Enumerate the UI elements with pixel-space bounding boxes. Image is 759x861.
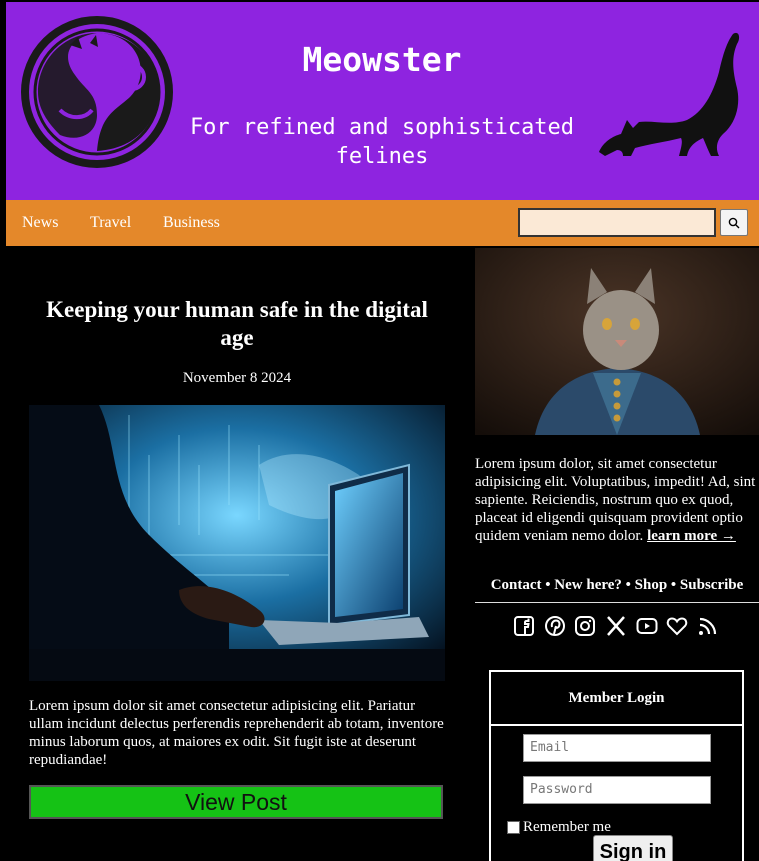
site-title[interactable]: Meowster <box>234 40 530 79</box>
article-image-laptop-cyber <box>29 405 445 681</box>
nav-link-business[interactable]: Business <box>163 214 220 232</box>
member-login-box: Member Login Email Password Remember me … <box>489 670 744 861</box>
search-button[interactable] <box>720 209 748 236</box>
nav-link-travel[interactable]: Travel <box>90 214 131 232</box>
login-title: Member Login <box>568 690 665 706</box>
facebook-icon[interactable] <box>512 614 536 638</box>
learn-more-link[interactable]: learn more → <box>647 528 736 544</box>
article-excerpt: Lorem ipsum dolor sit amet consectetur a… <box>29 698 444 768</box>
x-icon[interactable] <box>604 614 628 638</box>
view-post-button[interactable]: View Post <box>29 785 443 819</box>
remember-label: Remember me <box>523 819 611 835</box>
article-date: November 8 2024 <box>182 370 292 386</box>
nav-link-news[interactable]: News <box>22 214 58 232</box>
divider <box>475 602 759 603</box>
main-nav: News Travel Business <box>6 200 759 246</box>
social-icons <box>512 614 720 640</box>
instagram-icon[interactable] <box>573 614 597 638</box>
remember-me[interactable]: Remember me <box>507 819 611 836</box>
search-icon <box>728 217 740 228</box>
email-placeholder: Email <box>530 740 570 755</box>
heart-icon[interactable] <box>665 614 689 638</box>
sidebar-image-cat-portrait <box>475 248 759 435</box>
site-tagline: For refined and sophisticated felines <box>189 115 575 169</box>
email-field[interactable]: Email <box>523 734 711 762</box>
search-input[interactable] <box>518 208 716 237</box>
remember-checkbox[interactable] <box>507 821 520 834</box>
stretching-cat-silhouette <box>599 32 740 156</box>
divider <box>491 724 742 726</box>
pinterest-icon[interactable] <box>543 614 567 638</box>
password-placeholder: Password <box>530 782 593 797</box>
cat-yin-yang-logo[interactable] <box>20 15 174 169</box>
youtube-icon[interactable] <box>635 614 659 638</box>
article-title[interactable]: Keeping your human safe in the digital a… <box>29 296 445 352</box>
sign-in-button[interactable]: Sign in <box>593 835 673 861</box>
site-header: Meowster For refined and sophisticated f… <box>6 2 759 200</box>
password-field[interactable]: Password <box>523 776 711 804</box>
rss-icon[interactable] <box>696 614 720 638</box>
sidebar-blurb: Lorem ipsum dolor, sit amet consectetur … <box>475 455 759 545</box>
sidebar-links[interactable]: Contact • New here? • Shop • Subscribe <box>475 577 759 594</box>
